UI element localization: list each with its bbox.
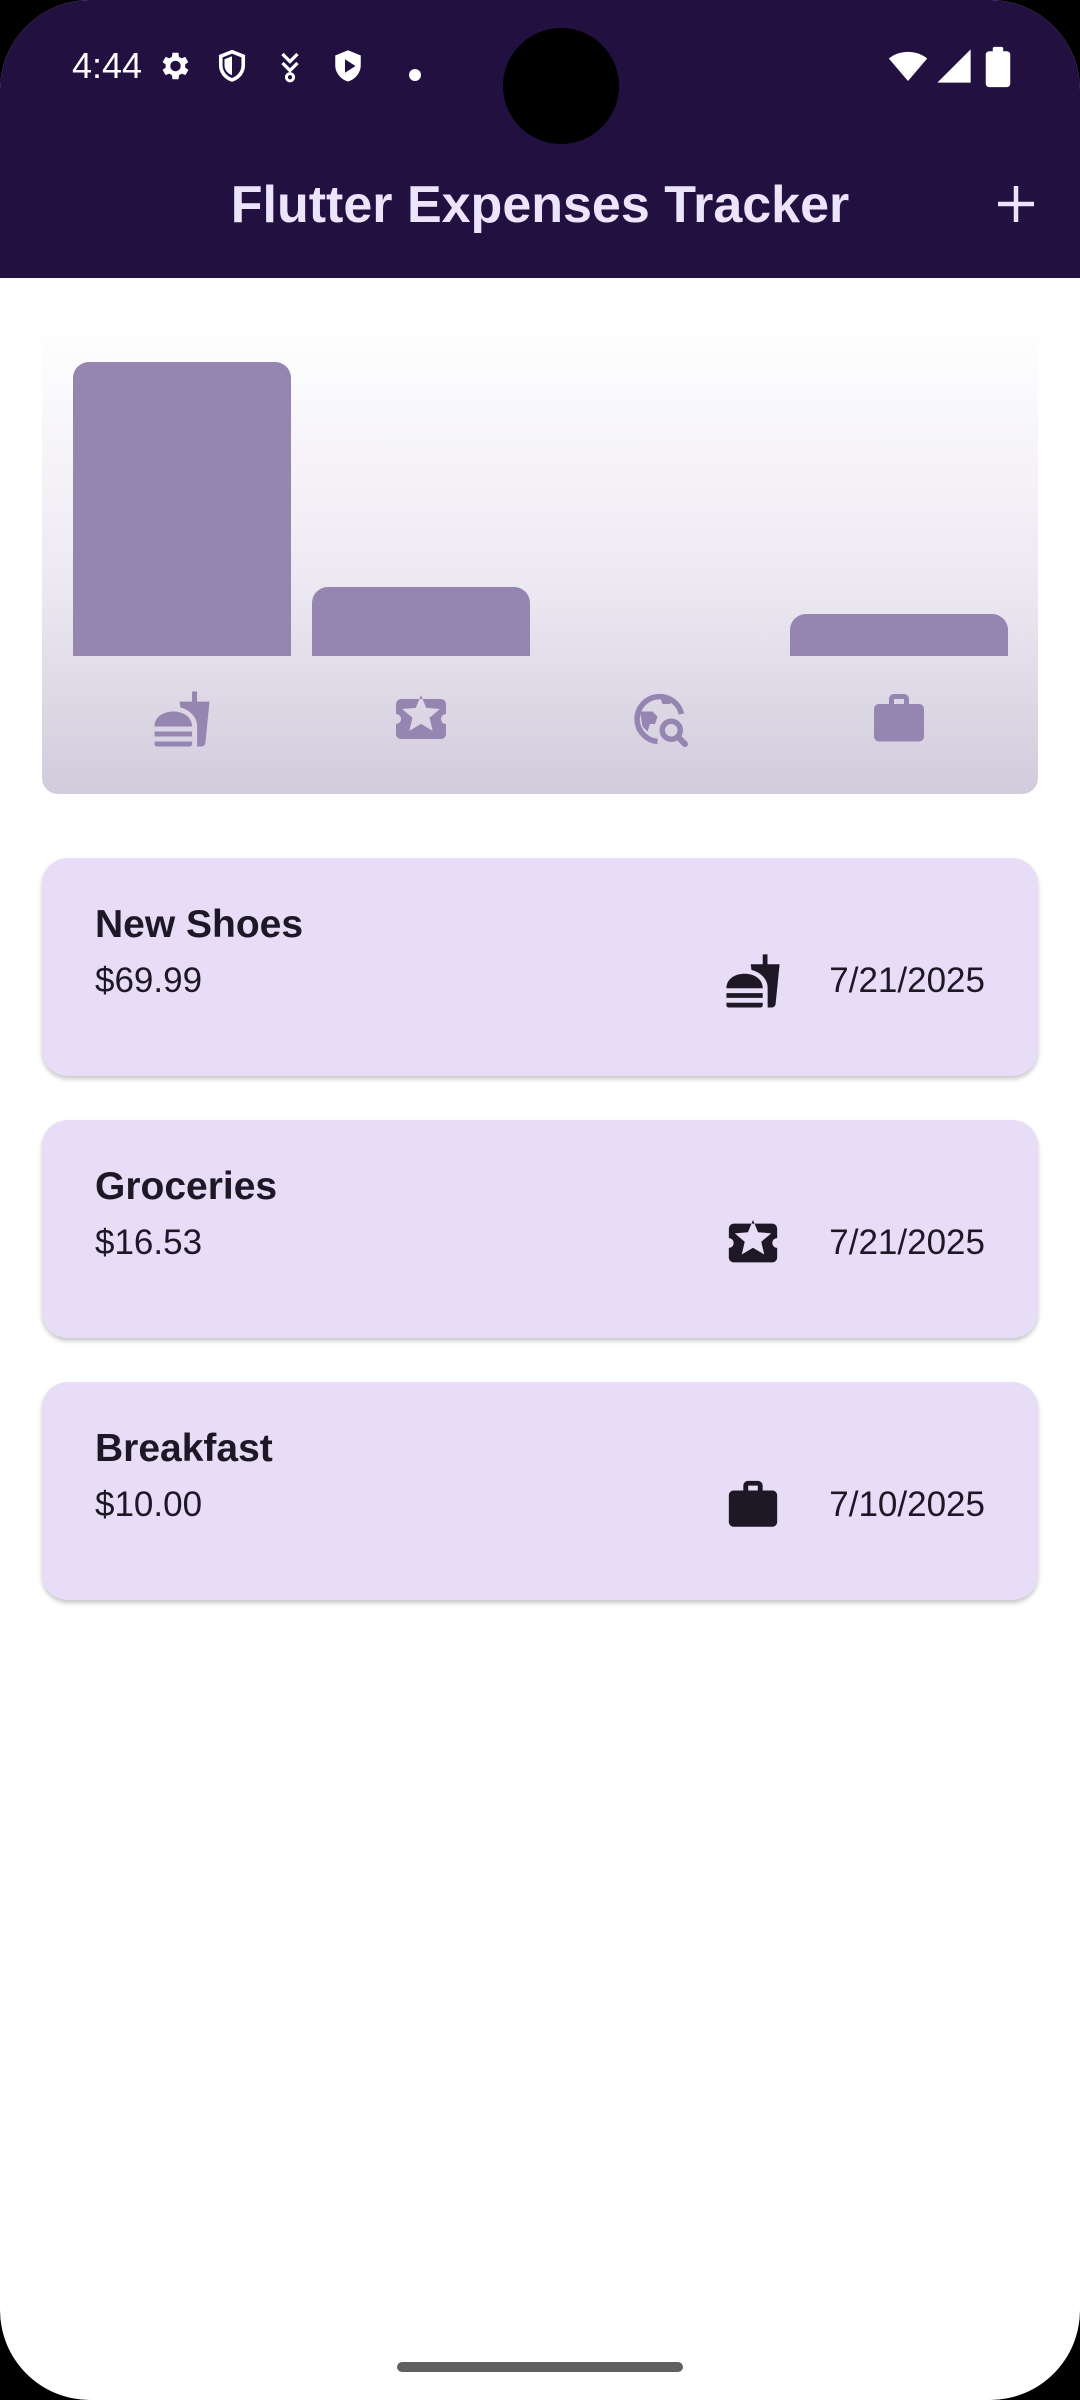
home-indicator[interactable]: [397, 2362, 683, 2372]
expense-card[interactable]: New Shoes $69.99 7/21/2025: [42, 858, 1038, 1076]
chart-column-work: [790, 362, 1008, 794]
leisure-icon: [728, 1220, 778, 1263]
chart-bar-leisure: [312, 587, 530, 656]
add-icon: [998, 186, 1034, 222]
status-time: 4:44: [72, 45, 143, 86]
shield-icon: [218, 49, 246, 82]
expense-date: 7/10/2025: [829, 1485, 985, 1524]
expense-date: 7/21/2025: [829, 961, 985, 1000]
wifi-icon: [888, 51, 928, 81]
chart-bar-track: [73, 362, 291, 656]
page-title: Flutter Expenses Tracker: [230, 176, 850, 234]
play-shield-icon: [335, 50, 361, 82]
expense-card[interactable]: Breakfast $10.00 7/10/2025: [42, 1382, 1038, 1600]
chart-column-travel: [551, 362, 769, 794]
expense-amount: $10.00: [95, 1485, 203, 1524]
phone-screen: 4:44 Flutter Expenses Tracker New Shoes …: [0, 0, 1080, 2400]
expense-title: Breakfast: [95, 1427, 273, 1470]
signal-icon: [937, 49, 971, 83]
leisure-icon: [396, 695, 446, 739]
expense-amount: $16.53: [95, 1223, 203, 1262]
camera-cutout: [503, 28, 619, 144]
work-icon: [874, 694, 924, 742]
add-expense-button[interactable]: [984, 172, 1048, 236]
chart-bar-track: [551, 362, 769, 656]
expense-date: 7/21/2025: [829, 1223, 985, 1262]
work-icon: [728, 1480, 778, 1527]
chart-bar-track: [790, 362, 1008, 656]
chart-bar-food: [73, 362, 291, 656]
chart-column-food: [73, 362, 291, 794]
travel-icon: [634, 693, 688, 747]
food-icon: [154, 691, 210, 747]
settings-icon: [162, 52, 189, 80]
dot-icon: [409, 69, 421, 81]
expenses-chart: [42, 322, 1038, 794]
expense-title: New Shoes: [95, 903, 304, 946]
status-bar: 4:44: [0, 0, 1080, 144]
battery-icon: [985, 46, 1011, 88]
expense-card[interactable]: Groceries $16.53 7/21/2025: [42, 1120, 1038, 1338]
chart-column-leisure: [312, 362, 530, 794]
expense-title: Groceries: [95, 1165, 278, 1208]
chart-bar-track: [312, 362, 530, 656]
app-bar: 4:44 Flutter Expenses Tracker: [0, 0, 1080, 278]
chart-bar-work: [790, 614, 1008, 656]
expense-amount: $69.99: [95, 961, 203, 1000]
food-icon: [726, 954, 780, 1008]
download-icon: [281, 52, 299, 83]
